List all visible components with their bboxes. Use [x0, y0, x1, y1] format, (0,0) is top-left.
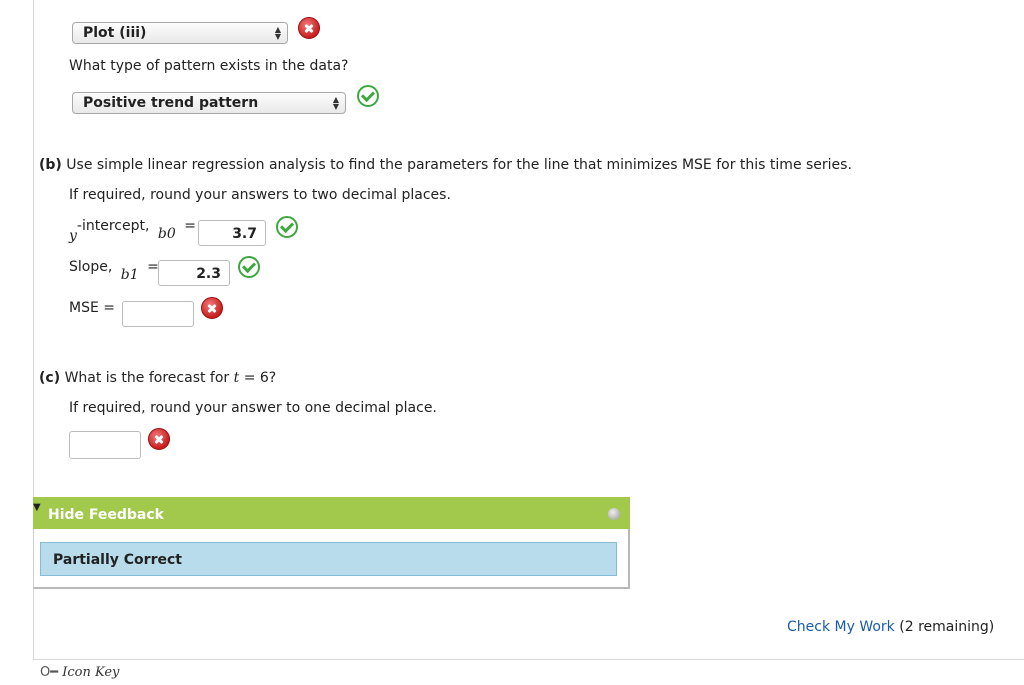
plot-select[interactable]: Plot (iii) ▲ ▼	[72, 22, 288, 44]
correct-icon	[357, 85, 379, 107]
feedback-toggle[interactable]: ▼ Hide Feedback	[33, 497, 630, 529]
collapse-icon[interactable]	[608, 508, 620, 520]
part-c-post: = 6?	[243, 370, 277, 386]
intercept-equals: =	[184, 218, 196, 234]
pattern-select-value: Positive trend pattern	[83, 95, 259, 111]
slope-label: Slope, b1 =	[69, 259, 159, 283]
slope-symbol: b	[120, 267, 130, 283]
slope-input[interactable]: 2.3	[158, 260, 230, 286]
plot-select-value: Plot (iii)	[83, 25, 147, 41]
pattern-question: What type of pattern exists in the data?	[69, 58, 349, 74]
intercept-y-var: y	[69, 228, 77, 244]
intercept-label: y-intercept, b0 =	[69, 218, 196, 244]
mse-input[interactable]	[122, 301, 194, 327]
intercept-text: -intercept,	[76, 218, 150, 234]
part-b-question: (b) Use simple linear regression analysi…	[39, 157, 852, 173]
key-icon: O━	[40, 665, 59, 680]
check-my-work-link[interactable]: Check My Work	[787, 619, 895, 635]
select-arrows-icon: ▲ ▼	[332, 95, 339, 111]
icon-key-label: Icon Key	[62, 665, 120, 680]
part-c-var: t	[233, 370, 240, 386]
icon-key[interactable]: O━ Icon Key	[40, 665, 119, 680]
part-b-label: (b)	[39, 157, 62, 173]
part-c-rounding: If required, round your answer to one de…	[69, 400, 437, 416]
incorrect-icon	[298, 17, 320, 39]
correct-icon	[276, 216, 298, 238]
incorrect-icon	[201, 297, 223, 319]
part-b-text: Use simple linear regression analysis to…	[66, 157, 852, 173]
incorrect-icon	[148, 428, 170, 450]
select-arrows-icon: ▲ ▼	[274, 25, 281, 41]
feedback-result: Partially Correct	[40, 542, 617, 576]
part-c-label: (c)	[39, 370, 61, 386]
intercept-input[interactable]: 3.7	[198, 220, 266, 246]
slope-text: Slope,	[69, 259, 113, 275]
triangle-down-icon: ▼	[33, 502, 41, 513]
footer-divider	[33, 659, 1024, 660]
part-c-question: (c) What is the forecast for t = 6?	[39, 370, 276, 386]
feedback-toggle-label: Hide Feedback	[48, 507, 164, 523]
correct-icon	[238, 256, 260, 278]
intercept-subscript: 0	[166, 226, 176, 242]
slope-subscript: 1	[129, 267, 139, 283]
check-work: Check My Work (2 remaining)	[787, 619, 994, 635]
mse-label: MSE =	[69, 300, 115, 316]
pattern-select[interactable]: Positive trend pattern ▲ ▼	[72, 92, 346, 114]
remaining-count: (2 remaining)	[899, 619, 995, 635]
part-c-text: What is the forecast for	[64, 370, 230, 386]
intercept-symbol: b	[157, 226, 167, 242]
forecast-input[interactable]	[69, 431, 141, 459]
part-b-rounding: If required, round your answers to two d…	[69, 187, 451, 203]
